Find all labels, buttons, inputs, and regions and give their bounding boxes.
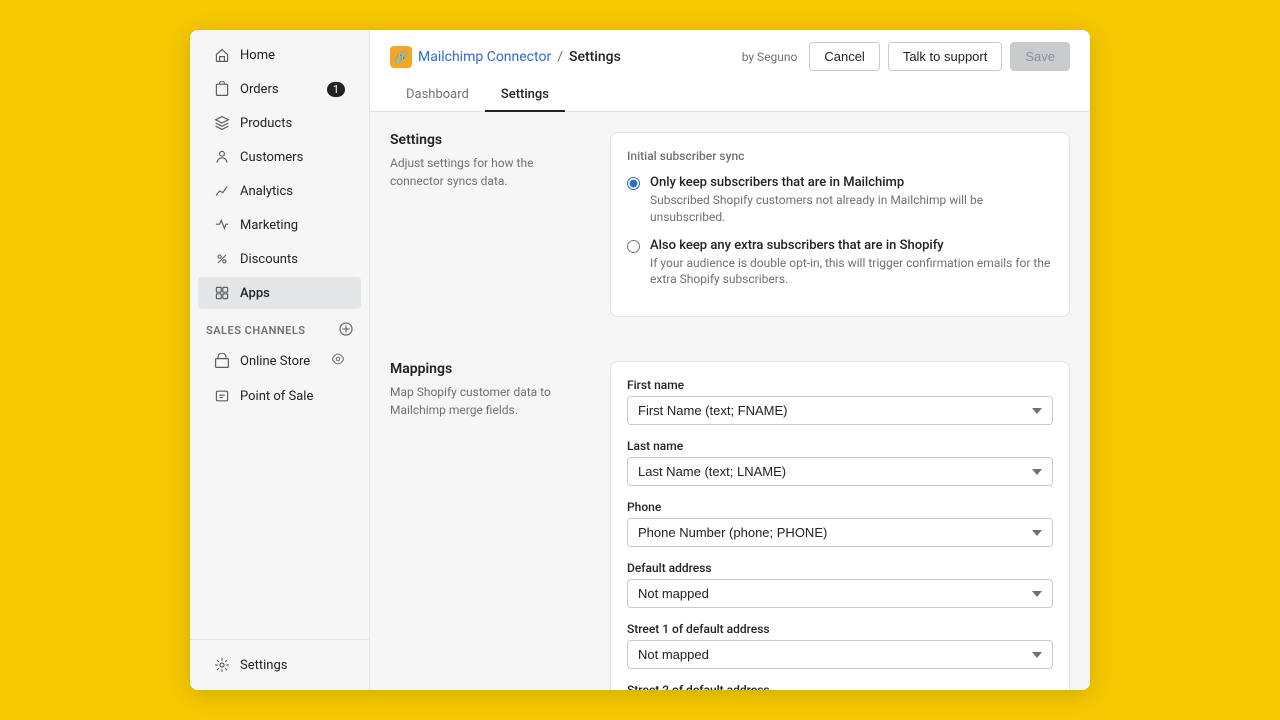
breadcrumb: 🔗 Mailchimp Connector / Settings [390, 46, 621, 68]
mapping-field-4: Street 1 of default address Not mapped [627, 622, 1053, 669]
mapping-field-2-label: Phone [627, 500, 1053, 514]
page-header: 🔗 Mailchimp Connector / Settings by Segu… [370, 30, 1090, 112]
mapping-field-0: First name First Name (text; FNAME)Not ma… [627, 378, 1053, 425]
tab-settings[interactable]: Settings [485, 79, 565, 112]
sidebar-item-marketing[interactable]: Marketing [198, 209, 361, 241]
pos-label: Point of Sale [240, 389, 313, 404]
full-layout: Settings Adjust settings for how the con… [390, 132, 1070, 690]
mapping-field-2-select[interactable]: Phone Number (phone; PHONE)Not mapped [627, 518, 1053, 547]
mapping-field-3-label: Default address [627, 561, 1053, 575]
sidebar-item-label: Home [240, 48, 275, 63]
sync-option-1: Also keep any extra subscribers that are… [627, 238, 1053, 289]
mappings-card: First name First Name (text; FNAME)Not ma… [610, 361, 1070, 690]
store-icon [214, 353, 230, 369]
page-scroll-area: Settings Adjust settings for how the con… [370, 112, 1090, 690]
mapping-field-4-select[interactable]: Not mapped [627, 640, 1053, 669]
mapping-field-0-label: First name [627, 378, 1053, 392]
cancel-button[interactable]: Cancel [809, 42, 879, 71]
talk-to-support-button[interactable]: Talk to support [888, 42, 1003, 71]
sidebar-item-label: Discounts [240, 252, 298, 267]
orders-icon [214, 81, 230, 97]
sidebar-item-label: Products [240, 116, 292, 131]
sidebar-item-products[interactable]: Products [198, 107, 361, 139]
page-header-top: 🔗 Mailchimp Connector / Settings by Segu… [390, 42, 1070, 71]
marketing-icon [214, 217, 230, 233]
main-content: 🔗 Mailchimp Connector / Settings by Segu… [370, 30, 1090, 690]
by-seguno-label: by Seguno [742, 50, 798, 64]
sync-option-0-desc: Subscribed Shopify customers not already… [650, 192, 1053, 226]
sidebar-item-customers[interactable]: Customers [198, 141, 361, 173]
settings-icon [214, 657, 230, 673]
mapping-field-3-select[interactable]: Not mapped [627, 579, 1053, 608]
settings-section-title: Settings [390, 132, 590, 148]
sidebar-item-label: Marketing [240, 218, 298, 233]
mapping-field-1-select[interactable]: Last Name (text; LNAME)Not mapped [627, 457, 1053, 486]
home-icon [214, 47, 230, 63]
page-title: Settings [569, 49, 621, 65]
settings-card: Initial subscriber sync Only keep subscr… [610, 132, 1070, 317]
sidebar-item-label: Customers [240, 150, 303, 165]
products-icon [214, 115, 230, 131]
sidebar: Home Orders 1 Products Customers Analy [190, 30, 370, 690]
settings-section: Settings Adjust settings for how the con… [390, 132, 1070, 317]
mapping-field-2: Phone Phone Number (phone; PHONE)Not mapp… [627, 500, 1053, 547]
sync-option-0: Only keep subscribers that are in Mailch… [627, 175, 1053, 226]
settings-label-col: Settings Adjust settings for how the con… [390, 132, 590, 317]
eye-icon[interactable] [331, 352, 345, 370]
save-button[interactable]: Save [1010, 42, 1070, 71]
mapping-field-5: Street 2 of default addressNot mapped [627, 683, 1053, 690]
app-icon: 🔗 [390, 46, 412, 68]
online-store-label: Online Store [240, 354, 310, 369]
sync-option-0-text: Only keep subscribers that are in Mailch… [650, 175, 1053, 226]
sync-option-1-text: Also keep any extra subscribers that are… [650, 238, 1053, 289]
mappings-section-desc: Map Shopify customer data to Mailchimp m… [390, 383, 590, 419]
sync-radio-0[interactable] [627, 177, 640, 190]
sidebar-item-apps[interactable]: Apps [198, 277, 361, 309]
customers-icon [214, 149, 230, 165]
settings-label: Settings [240, 658, 287, 673]
mapping-field-1-label: Last name [627, 439, 1053, 453]
sync-radio-1[interactable] [627, 240, 640, 253]
mapping-field-4-label: Street 1 of default address [627, 622, 1053, 636]
mapping-field-1: Last name Last Name (text; LNAME)Not mapp… [627, 439, 1053, 486]
sync-option-1-label: Also keep any extra subscribers that are… [650, 238, 1053, 253]
sidebar-item-home[interactable]: Home [198, 39, 361, 71]
settings-section-desc: Adjust settings for how the connector sy… [390, 154, 590, 190]
sidebar-item-label: Analytics [240, 184, 293, 199]
mapping-field-5-label: Street 2 of default address [627, 683, 1053, 690]
tabs: Dashboard Settings [390, 79, 1070, 111]
mappings-label-col: Mappings Map Shopify customer data to Ma… [390, 361, 590, 690]
pos-icon [214, 388, 230, 404]
sales-channels-label: SALES CHANNELS [190, 310, 369, 343]
sidebar-item-settings[interactable]: Settings [198, 649, 361, 681]
sidebar-item-pos[interactable]: Point of Sale [198, 380, 361, 412]
mappings-section: Mappings Map Shopify customer data to Ma… [390, 361, 1070, 690]
sidebar-item-label: Orders [240, 82, 279, 97]
mapping-field-3: Default address Not mapped [627, 561, 1053, 608]
sidebar-item-online-store[interactable]: Online Store [198, 344, 361, 378]
sidebar-item-discounts[interactable]: Discounts [198, 243, 361, 275]
mapping-field-0-select[interactable]: First Name (text; FNAME)Not mapped [627, 396, 1053, 425]
sidebar-item-label: Apps [240, 286, 270, 301]
orders-badge: 1 [327, 82, 345, 97]
sync-option-0-label: Only keep subscribers that are in Mailch… [650, 175, 1053, 190]
sidebar-bottom: Settings [190, 639, 369, 682]
breadcrumb-separator: / [557, 49, 563, 65]
tab-dashboard[interactable]: Dashboard [390, 79, 485, 112]
sync-section-header: Initial subscriber sync [627, 149, 1053, 163]
discounts-icon [214, 251, 230, 267]
analytics-icon [214, 183, 230, 199]
app-name-link[interactable]: Mailchimp Connector [418, 49, 551, 65]
sync-option-1-desc: If your audience is double opt-in, this … [650, 255, 1053, 289]
sidebar-item-orders[interactable]: Orders 1 [198, 73, 361, 105]
mappings-section-title: Mappings [390, 361, 590, 377]
apps-icon [214, 285, 230, 301]
sidebar-item-analytics[interactable]: Analytics [198, 175, 361, 207]
header-actions: Cancel Talk to support Save [809, 42, 1070, 71]
add-sales-channel-button[interactable] [339, 322, 353, 339]
